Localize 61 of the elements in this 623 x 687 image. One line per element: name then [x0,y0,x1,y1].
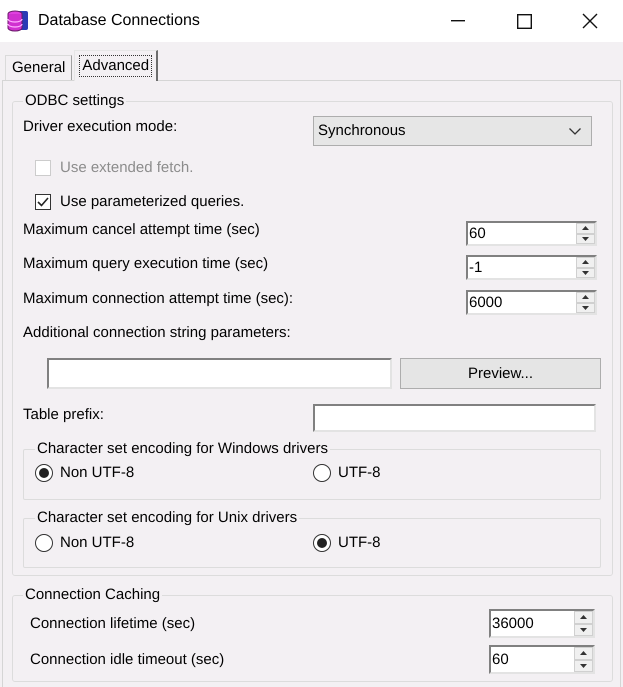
field-label: Table prefix: [23,406,104,424]
field-label: Driver execution mode: [23,118,178,136]
radio-button[interactable] [313,534,331,552]
field-label: Maximum query execution time (sec) [23,255,268,273]
input-field[interactable] [313,404,596,432]
spin-up-button[interactable] [574,611,593,624]
radio-button[interactable] [313,464,331,482]
maximize-icon [516,14,532,28]
spin-down-button[interactable] [574,660,593,672]
mode-dropdown[interactable]: Synchronous [313,116,592,146]
spin-field[interactable]: 60 [489,645,595,674]
close-icon [582,13,598,29]
spin-down-button[interactable] [576,268,595,278]
spin-field[interactable]: 60 [466,221,597,246]
field-label: Maximum cancel attempt time (sec) [23,221,260,239]
spin-up-icon [582,295,589,300]
spin-down-button[interactable] [576,302,595,313]
group-title: Character set encoding for Windows drivers [36,440,329,458]
field-label: Additional connection string parameters: [23,324,291,341]
group-title: ODBC settings [24,92,126,110]
tab[interactable]: Advanced [74,50,158,81]
group-title: Character set encoding for Unix drivers [36,509,298,527]
spin-up-button[interactable] [576,223,595,234]
spin-up-button[interactable] [576,257,595,268]
field-label: Connection lifetime (sec) [30,614,196,632]
spin-field[interactable]: -1 [466,255,597,280]
spin-down-icon [580,628,587,632]
spin-up-icon [582,260,589,264]
preview-button[interactable]: Preview... [400,358,601,389]
group-title: Connection Caching [24,586,162,604]
field-label: Connection idle timeout (sec) [30,650,224,668]
spin-up-icon [580,615,587,620]
minimize-icon [451,20,465,22]
checkbox-label: Use extended fetch. [60,159,194,177]
spin-down-icon [582,236,589,241]
database-icon [6,9,30,33]
radio-button[interactable] [35,534,53,552]
spin-down-button[interactable] [574,624,593,636]
radio-label: UTF-8 [338,534,380,552]
spin-down-icon [582,306,589,310]
field-label: Maximum connection attempt time (sec): [23,290,294,308]
checkbox-label: Use parameterized queries. [60,193,244,211]
spin-down-icon [580,664,587,668]
window-title: Database Connections [38,12,200,30]
radio-label: UTF-8 [338,464,380,482]
spin-down-button[interactable] [576,234,595,244]
radio-label: Non UTF-8 [60,464,134,482]
radio-button[interactable] [35,464,53,482]
spin-up-button[interactable] [574,647,593,660]
spin-down-icon [582,270,589,275]
spin-field[interactable]: 6000 [466,290,597,315]
radio-label: Non UTF-8 [60,534,134,552]
input-field[interactable] [47,358,392,389]
checkbox[interactable] [35,194,51,210]
spin-field[interactable]: 36000 [489,609,595,638]
checkmark-icon [37,197,49,207]
spin-up-button[interactable] [576,292,595,302]
tab[interactable]: General [5,55,72,80]
spin-up-icon [580,651,587,656]
spin-up-icon [582,226,589,230]
chevron-down-icon [569,128,581,134]
